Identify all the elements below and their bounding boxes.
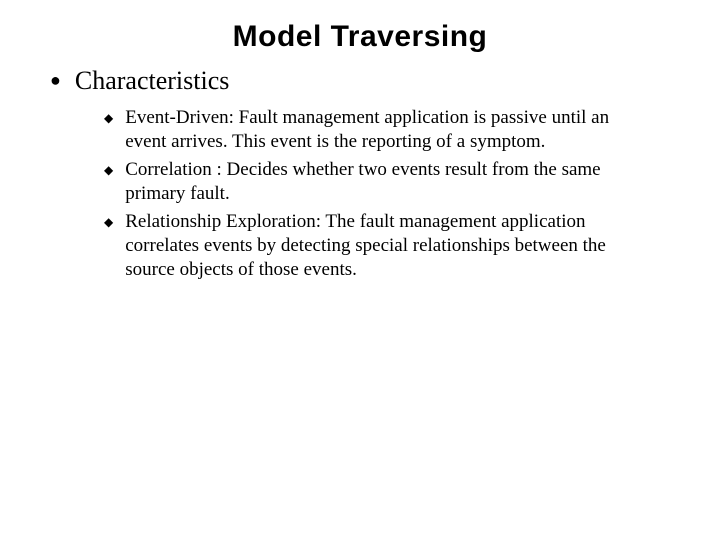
bullet-list: ◆ Event-Driven: Fault management applica… <box>104 106 650 282</box>
list-item-text: Event-Driven: Fault management applicati… <box>125 106 650 154</box>
bullet-diamond-icon: ◆ <box>104 106 113 130</box>
list-item: ◆ Correlation : Decides whether two even… <box>104 158 650 206</box>
slide-title: Model Traversing <box>40 20 680 54</box>
list-item-text: Relationship Exploration: The fault mana… <box>125 210 650 282</box>
bullet-diamond-icon: ◆ <box>104 210 113 234</box>
slide: Model Traversing ● Characteristics ◆ Eve… <box>0 0 720 326</box>
list-item: ◆ Relationship Exploration: The fault ma… <box>104 210 650 282</box>
bullet-circle-icon: ● <box>50 66 61 94</box>
section-heading: Characteristics <box>75 66 230 96</box>
bullet-diamond-icon: ◆ <box>104 158 113 182</box>
list-item-text: Correlation : Decides whether two events… <box>125 158 650 206</box>
section-heading-row: ● Characteristics <box>50 66 680 96</box>
list-item: ◆ Event-Driven: Fault management applica… <box>104 106 650 154</box>
